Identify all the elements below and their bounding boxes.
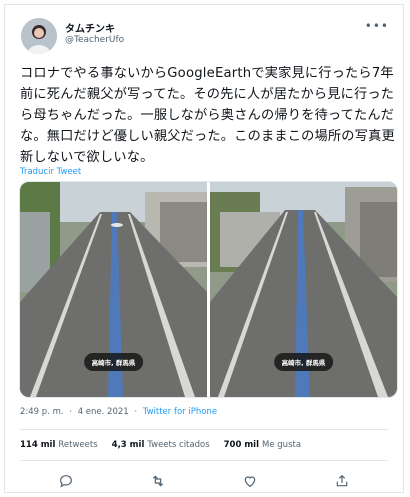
more-icon[interactable]: ••• (365, 19, 389, 33)
action-bar (20, 471, 388, 491)
divider (20, 460, 388, 461)
photo-right[interactable]: 高崎市, 群馬県 (210, 182, 397, 397)
retweets-count: 114 mil (20, 440, 56, 450)
divider (20, 429, 388, 430)
meta-separator: · (69, 407, 72, 417)
location-badge: 高崎市, 群馬県 (83, 353, 144, 371)
tweet-meta: 2:49 p. m. · 4 ene. 2021 · Twitter for i… (20, 407, 220, 417)
reply-icon[interactable] (56, 471, 76, 491)
share-icon[interactable] (332, 471, 352, 491)
avatar[interactable] (21, 18, 57, 54)
tweet-text: コロナでやる事ないからGoogleEarthで実家見に行ったら7年前に死んだ親父… (20, 66, 395, 165)
retweets-label: Retweets (58, 440, 98, 450)
tweet-card: タムチンキ @TeacherUfo ••• コロナでやる事ないからGoogleE… (4, 4, 404, 493)
tweet-source[interactable]: Twitter for iPhone (143, 407, 217, 417)
likes-label: Me gusta (262, 440, 302, 450)
meta-separator: · (134, 407, 138, 417)
translate-link[interactable]: Traducir Tweet (20, 167, 81, 177)
media-grid: 高崎市, 群馬県 高崎市, 群馬県 (19, 181, 398, 398)
likes-count: 700 mil (223, 440, 260, 450)
retweet-icon[interactable] (148, 471, 168, 491)
retweets-stat[interactable]: 114 mil Retweets (20, 440, 98, 450)
like-icon[interactable] (240, 471, 260, 491)
tweet-stats: 114 mil Retweets 4,3 mil Tweets citados 70… (20, 440, 301, 450)
author-name[interactable]: タムチンキ (65, 20, 115, 35)
tweet-time[interactable]: 2:49 p. m. (20, 407, 64, 417)
quotes-stat[interactable]: 4,3 mil Tweets citados (112, 440, 210, 450)
photo-left[interactable]: 高崎市, 群馬県 (20, 182, 207, 397)
author-handle[interactable]: @TeacherUfo (65, 35, 124, 45)
quotes-count: 4,3 mil (111, 440, 145, 450)
location-badge: 高崎市, 群馬県 (273, 353, 334, 371)
quotes-label: Tweets citados (147, 440, 210, 450)
tweet-date[interactable]: 4 ene. 2021 (78, 407, 129, 417)
likes-stat[interactable]: 700 mil Me gusta (224, 440, 301, 450)
